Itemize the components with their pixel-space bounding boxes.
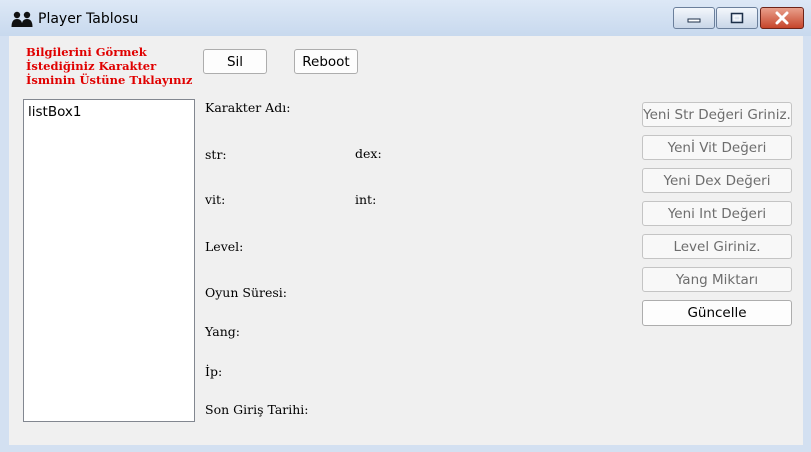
minimize-icon — [687, 18, 701, 23]
int-input[interactable]: Yeni Int Değeri — [642, 201, 792, 226]
str-label: str: — [205, 147, 227, 162]
instruction-note: Bilgilerini Görmek İstediğiniz Karakter … — [26, 45, 192, 87]
vit-label: vit: — [205, 192, 226, 207]
sil-button[interactable]: Sil — [203, 49, 267, 74]
minimize-button[interactable] — [673, 7, 715, 29]
note-line-3: İsminin Üstüne Tıklayınız — [26, 73, 193, 87]
maximize-button[interactable] — [716, 7, 758, 29]
dex-label: dex: — [355, 146, 382, 161]
vit-input[interactable]: Yenİ Vit Değeri — [642, 135, 792, 160]
son-giris-tarihi-label: Son Giriş Tarihi: — [205, 402, 309, 417]
users-icon — [11, 11, 33, 27]
window-title: Player Tablosu — [38, 11, 139, 27]
note-line-1: Bilgilerini Görmek — [26, 45, 147, 59]
maximize-icon — [730, 12, 744, 24]
str-input[interactable]: Yeni Str Değeri Griniz. — [642, 102, 792, 127]
int-label: int: — [355, 192, 377, 207]
karakter-adi-label: Karakter Adı: — [205, 100, 291, 115]
title-bar[interactable]: Player Tablosu — [0, 0, 811, 36]
close-button[interactable] — [760, 7, 804, 29]
level-label: Level: — [205, 239, 244, 254]
window-bottom-border — [9, 445, 803, 452]
main-window: Player Tablosu Bilgilerini Görmek İstedi… — [0, 0, 811, 452]
reboot-button[interactable]: Reboot — [294, 49, 358, 74]
dex-input[interactable]: Yeni Dex Değeri — [642, 168, 792, 193]
oyun-suresi-label: Oyun Süresi: — [205, 285, 287, 300]
character-listbox[interactable]: listBox1 — [23, 99, 195, 422]
ip-label: İp: — [205, 364, 223, 379]
yang-label: Yang: — [205, 324, 240, 339]
close-icon — [775, 11, 789, 25]
yang-input[interactable]: Yang Miktarı — [642, 267, 792, 292]
note-line-2: İstediğiniz Karakter — [26, 59, 157, 73]
guncelle-button[interactable]: Güncelle — [642, 300, 792, 326]
level-input[interactable]: Level Giriniz. — [642, 234, 792, 259]
list-item[interactable]: listBox1 — [28, 104, 82, 120]
